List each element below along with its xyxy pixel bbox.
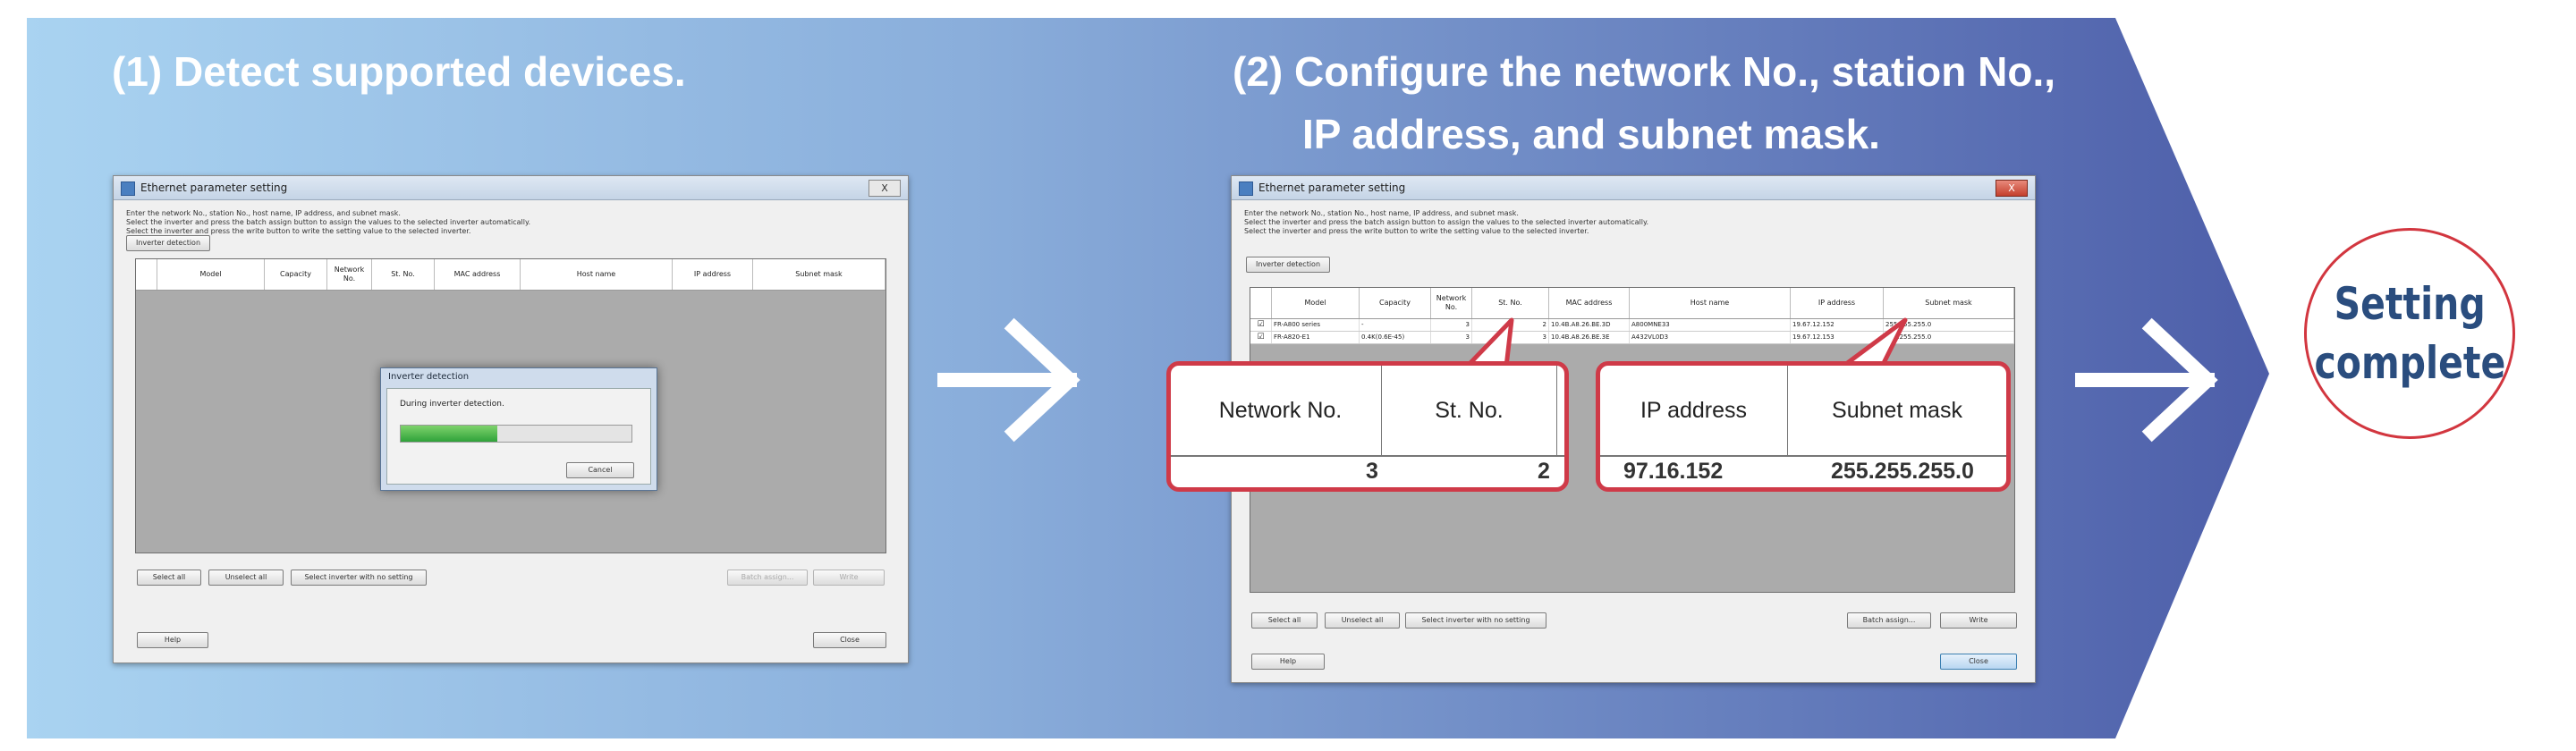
close-icon[interactable]: X [869, 180, 901, 197]
select-no-setting-button[interactable]: Select inverter with no setting [291, 570, 427, 586]
zoom-callout-ip-subnet: IP address Subnet mask 97.16.152 255.255… [1596, 361, 2011, 492]
cancel-button[interactable]: Cancel [566, 462, 634, 478]
ethernet-setting-window-1: Ethernet parameter setting X Enter the n… [113, 175, 909, 663]
window-titlebar: Ethernet parameter setting X [114, 176, 908, 200]
zoom-subnet-value: 255.255.255.0 [1831, 459, 1974, 484]
inverter-detection-dialog: Inverter detection During inverter detec… [380, 367, 657, 491]
col-model: Model [157, 259, 265, 290]
select-all-button[interactable]: Select all [1251, 612, 1318, 629]
zoom-network-value: 3 [1366, 459, 1378, 484]
step2-title: (2) Configure the network No., station N… [1233, 48, 2055, 157]
inverter-detection-button[interactable]: Inverter detection [126, 235, 210, 251]
arrow-right-icon [937, 317, 1080, 443]
dialog-title: Inverter detection [388, 372, 470, 382]
unselect-all-button[interactable]: Unselect all [1325, 612, 1400, 629]
setting-complete-badge: Setting complete [2304, 228, 2515, 439]
row-checkbox[interactable]: ☑ [1250, 319, 1272, 331]
app-icon [1239, 181, 1253, 196]
col-station: St. No. [372, 259, 435, 290]
close-button[interactable]: Close [1940, 654, 2017, 670]
col-mac: MAC address [435, 259, 521, 290]
callout-pointer-left [1464, 317, 1514, 369]
zoom-ip-value: 97.16.152 [1623, 459, 1724, 484]
progress-bar [400, 425, 632, 443]
col-network: Network No. [327, 259, 372, 290]
instructions: Enter the network No., station No., host… [126, 209, 531, 235]
arrow-right-icon [2075, 317, 2218, 443]
col-ip: IP address [673, 259, 753, 290]
window-titlebar: Ethernet parameter setting X [1232, 176, 2035, 200]
step1-title: (1) Detect supported devices. [112, 48, 686, 95]
close-button[interactable]: Close [813, 632, 886, 648]
batch-assign-button[interactable]: Batch assign... [1847, 612, 1931, 629]
row-checkbox[interactable]: ☑ [1250, 332, 1272, 343]
write-button[interactable]: Write [813, 570, 885, 586]
table-header: Model Capacity Network No. St. No. MAC a… [136, 259, 886, 291]
zoom-st-no-header: St. No. [1382, 366, 1557, 455]
app-icon [121, 181, 135, 196]
window-title: Ethernet parameter setting [1258, 181, 1406, 194]
zoom-ip-header: IP address [1600, 366, 1788, 455]
complete-line2: complete [2314, 337, 2505, 389]
write-button[interactable]: Write [1940, 612, 2017, 629]
batch-assign-button[interactable]: Batch assign... [727, 570, 808, 586]
complete-line1: Setting [2334, 278, 2486, 330]
progress-fill [401, 426, 498, 442]
col-check [136, 259, 157, 290]
col-capacity: Capacity [1360, 288, 1431, 318]
callout-pointer-right [1840, 317, 1908, 369]
close-icon[interactable]: X [1996, 180, 2028, 197]
col-model: Model [1272, 288, 1360, 318]
zoom-station-value: 2 [1538, 459, 1550, 484]
window-title: Ethernet parameter setting [140, 181, 288, 194]
inverter-detection-button[interactable]: Inverter detection [1246, 257, 1330, 273]
help-button[interactable]: Help [1251, 654, 1325, 670]
select-all-button[interactable]: Select all [137, 570, 201, 586]
unselect-all-button[interactable]: Unselect all [208, 570, 284, 586]
col-subnet: Subnet mask [753, 259, 886, 290]
col-host: Host name [521, 259, 673, 290]
col-capacity: Capacity [265, 259, 327, 290]
dialog-message: During inverter detection. [400, 400, 504, 409]
zoom-network-no-header: Network No. [1180, 366, 1382, 455]
zoom-callout-network-station: Network No. St. No. 3 2 [1166, 361, 1569, 492]
help-button[interactable]: Help [137, 632, 208, 648]
col-check [1250, 288, 1272, 318]
instructions: Enter the network No., station No., host… [1244, 209, 1649, 235]
zoom-subnet-header: Subnet mask [1832, 398, 1962, 423]
select-no-setting-button[interactable]: Select inverter with no setting [1405, 612, 1546, 629]
